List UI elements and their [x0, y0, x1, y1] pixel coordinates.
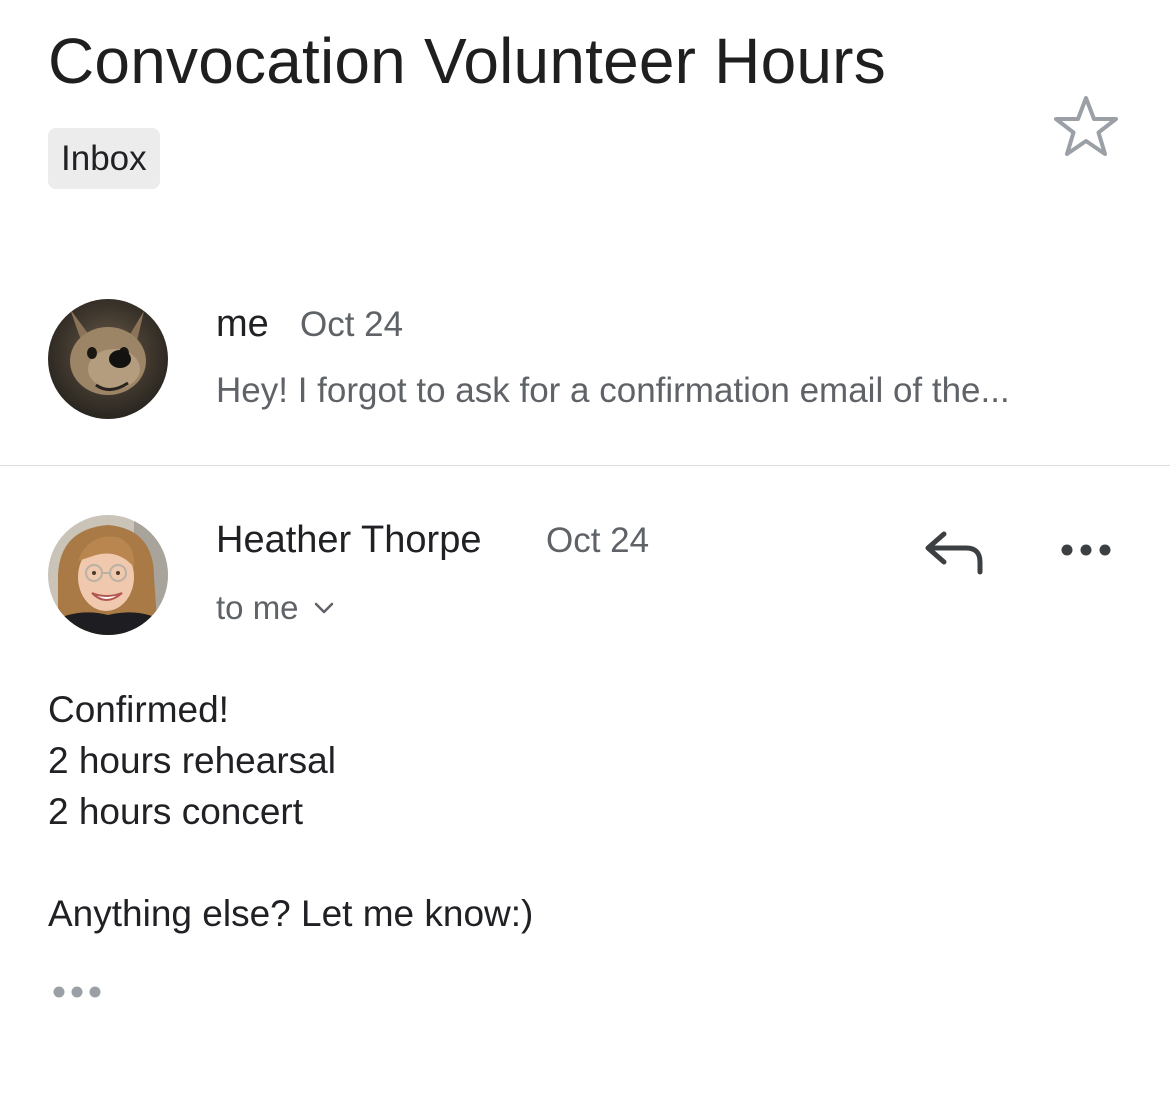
sender-name: me	[216, 303, 269, 345]
star-icon[interactable]	[1052, 94, 1120, 158]
sender-name: Heather Thorpe	[216, 519, 482, 561]
avatar[interactable]	[48, 515, 168, 635]
message-body: Confirmed! 2 hours rehearsal 2 hours con…	[48, 684, 533, 939]
thread-subject: Convocation Volunteer Hours	[48, 25, 886, 97]
body-blank-line	[48, 837, 533, 888]
avatar[interactable]	[48, 299, 168, 419]
inbox-label-chip[interactable]: Inbox	[48, 128, 160, 189]
message-date: Oct 24	[546, 521, 650, 560]
recipient-details-toggle[interactable]: to me	[216, 589, 335, 627]
more-horizontal-icon[interactable]	[1058, 536, 1114, 564]
recipient-line: to me	[216, 589, 299, 626]
body-line: Anything else? Let me know:)	[48, 893, 534, 934]
body-line: 2 hours rehearsal	[48, 740, 336, 781]
message-date: Oct 24	[300, 305, 404, 344]
body-line: 2 hours concert	[48, 791, 304, 832]
reply-icon[interactable]	[922, 522, 988, 580]
message-divider	[0, 465, 1170, 466]
chevron-down-icon	[314, 602, 333, 614]
ellipsis-icon[interactable]	[50, 980, 106, 1004]
message-snippet[interactable]: Hey! I forgot to ask for a confirmation …	[216, 371, 1010, 411]
body-line: Confirmed!	[48, 689, 229, 730]
